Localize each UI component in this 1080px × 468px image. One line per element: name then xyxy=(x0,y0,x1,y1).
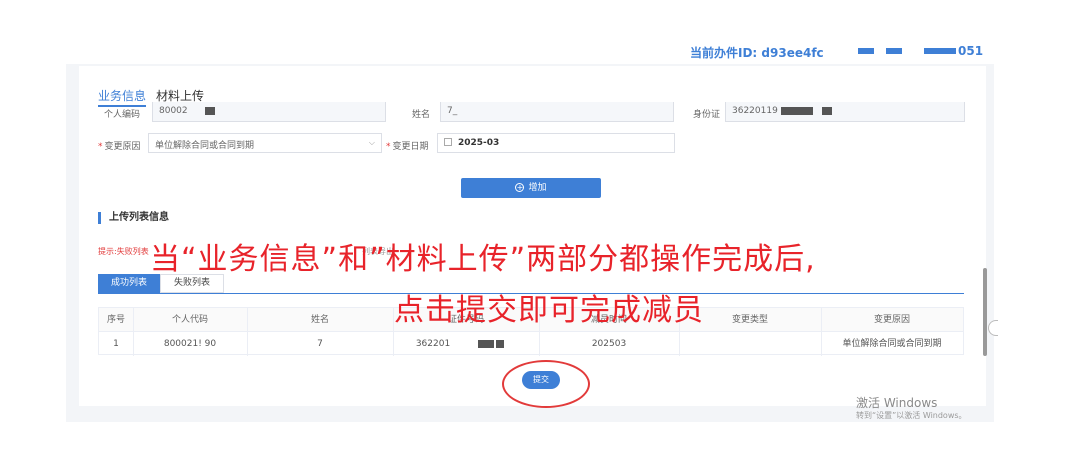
column-divider xyxy=(247,308,248,356)
table-cell: 1 xyxy=(113,339,119,349)
collapse-handle-icon[interactable] xyxy=(988,320,998,336)
table-row[interactable]: 1 800021! 90 7 362201 202503 单位解除合同或合同到期 xyxy=(99,332,963,356)
table-cell: 800021! 90 xyxy=(163,339,217,349)
id-card-field[interactable]: 36220119 xyxy=(725,102,965,122)
header-tail: 051 xyxy=(958,44,984,58)
table-cell: 202503 xyxy=(591,339,627,349)
redacted-block xyxy=(780,106,813,115)
windows-watermark: 激活 Windows xyxy=(856,396,938,410)
hint-text: 提示:失败列表 xyxy=(98,247,149,256)
tab-business-info[interactable]: 业务信息 xyxy=(98,87,147,107)
redaction-bar xyxy=(858,48,874,54)
redacted-block xyxy=(204,106,215,115)
current-case-id: 当前办件ID: d93ee4fc xyxy=(690,46,824,60)
annotation-line-1: 当“业务信息”和”材料上传”两部分都操作完成后, xyxy=(150,242,816,277)
redacted-block xyxy=(821,106,832,115)
column-header: 变更原因 xyxy=(873,315,910,325)
personal-code-label: 个人编码 xyxy=(104,110,141,120)
table-cell: 单位解除合同或合同到期 xyxy=(842,339,942,349)
column-header: 个人代码 xyxy=(171,315,208,325)
header-bar: 当前办件ID: d93ee4fc 051 xyxy=(690,44,983,62)
table-cell: 7 xyxy=(317,339,323,349)
vertical-scrollbar[interactable] xyxy=(983,268,987,356)
name-label: 姓名 xyxy=(412,110,431,120)
screen: 当前办件ID: d93ee4fc 051 业务信息 材料上传 个人编码 8000… xyxy=(0,0,1080,468)
annotation-line-2: 点击提交即可完成减员 xyxy=(394,293,704,328)
name-field[interactable]: 7_ xyxy=(440,102,674,122)
calendar-icon xyxy=(444,138,452,146)
change-reason-label: * 变更原因 xyxy=(98,142,141,152)
change-date-picker[interactable]: 2025-03 xyxy=(437,133,675,153)
column-divider xyxy=(821,308,822,356)
add-button[interactable]: + 增加 xyxy=(461,178,601,198)
table-cell: 362201 xyxy=(415,339,451,349)
change-reason-select[interactable]: 单位解除合同或合同到期 ⌵ xyxy=(148,133,382,153)
section-title: 上传列表信息 xyxy=(98,212,169,224)
redacted-cell xyxy=(471,332,511,356)
redaction-bar xyxy=(924,48,956,54)
column-divider xyxy=(133,308,134,356)
change-date-label: * 变更日期 xyxy=(386,142,429,152)
column-header: 序号 xyxy=(106,315,125,325)
plus-circle-icon: + xyxy=(515,183,525,192)
id-card-label: 身份证 xyxy=(693,110,721,120)
redaction-bar xyxy=(886,48,902,54)
table-cell xyxy=(679,332,821,356)
highlight-circle xyxy=(502,360,590,408)
personal-code-field[interactable]: 80002 xyxy=(152,102,386,122)
column-header: 姓名 xyxy=(310,315,329,325)
windows-watermark-sub: 转到“设置”以激活 Windows。 xyxy=(856,411,967,420)
chevron-down-icon: ⌵ xyxy=(368,138,375,147)
